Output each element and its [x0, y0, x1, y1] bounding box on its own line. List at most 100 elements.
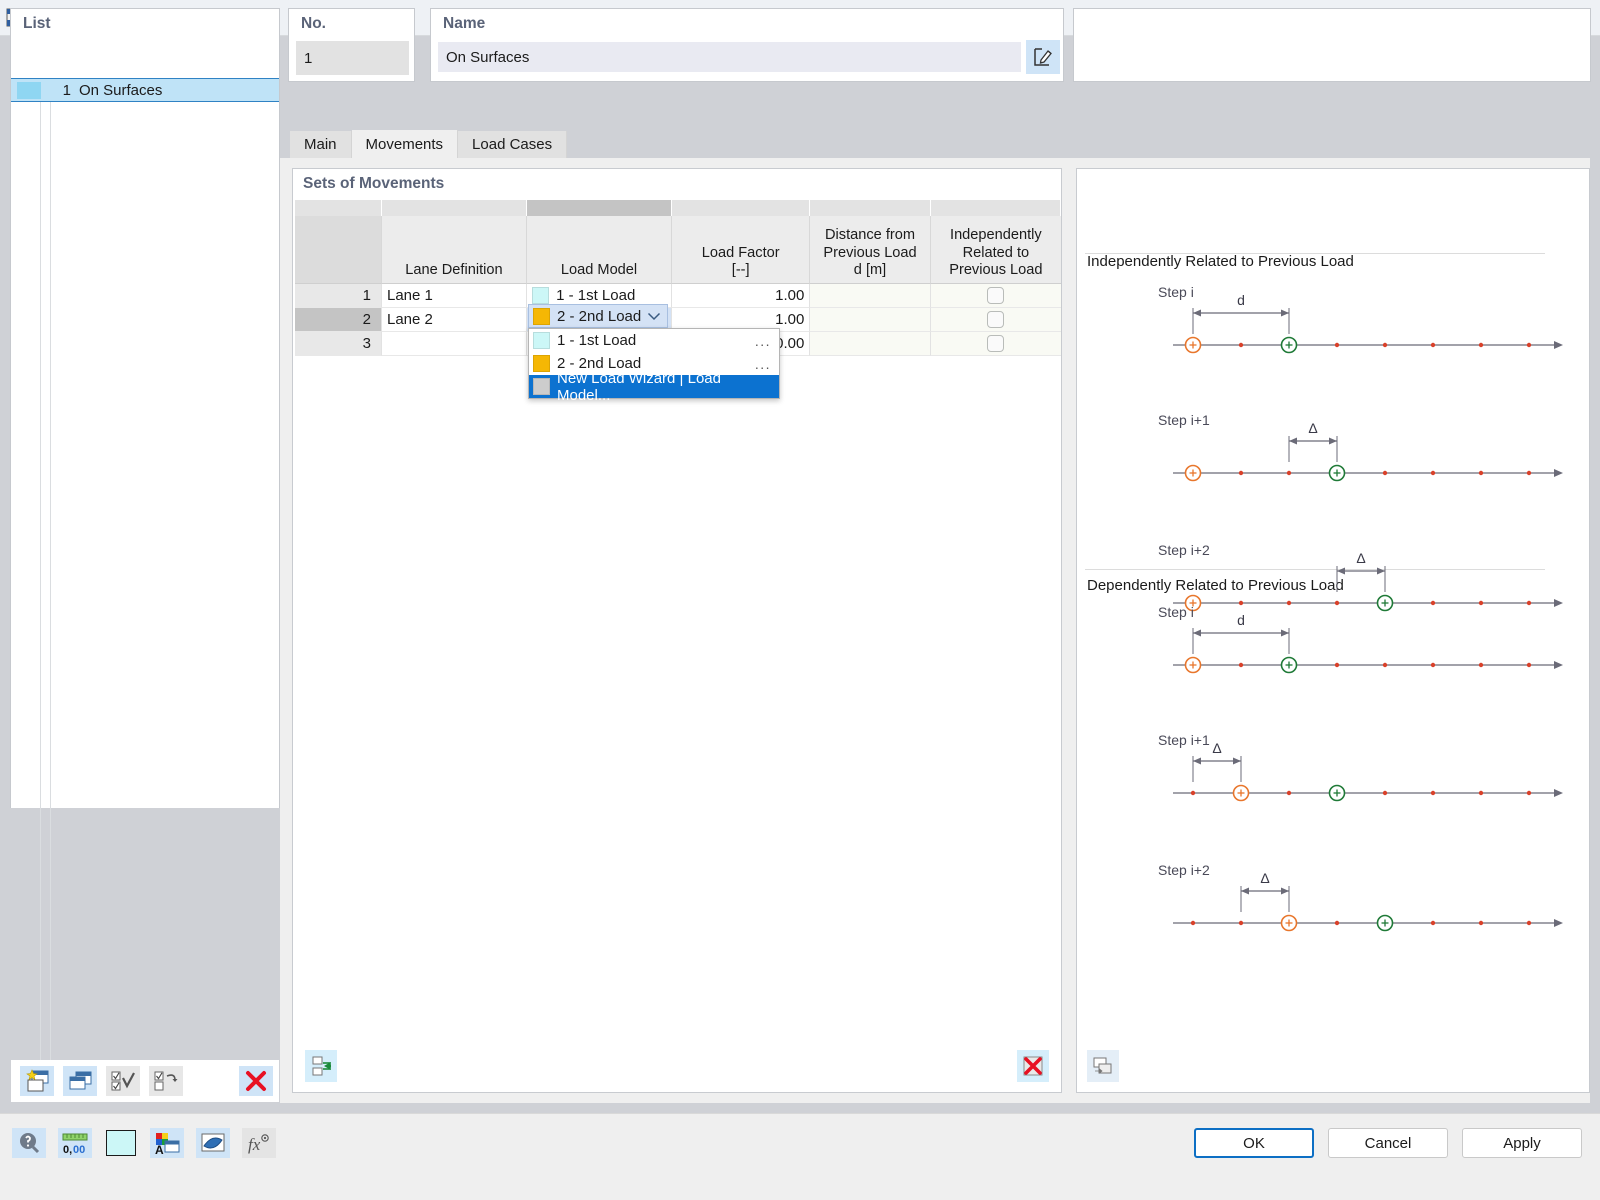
top-right-preview-panel — [1073, 8, 1591, 82]
load-model-dropdown[interactable]: 1 - 1st Load ... 2 - 2nd Load ... New Lo… — [528, 328, 780, 404]
pencil-edit-icon[interactable] — [1026, 40, 1060, 74]
row-number: 3 — [295, 332, 382, 356]
svg-text:fx: fx — [248, 1135, 261, 1154]
option-color-swatch — [533, 332, 550, 349]
dropdown-option-new-load-wizard[interactable]: New Load Wizard | Load Model... — [529, 370, 779, 404]
list-item-number: 1 — [62, 81, 71, 99]
strip-cell-1 — [381, 200, 527, 216]
cell-load-factor[interactable]: 1.00 — [672, 284, 811, 308]
option-color-swatch — [533, 355, 550, 372]
dialog-bottom-bar: 0, 00 A fx OK Cancel Apply — [0, 1113, 1600, 1200]
svg-text:Δ: Δ — [1308, 420, 1317, 436]
svg-text:d: d — [1237, 612, 1245, 628]
name-input[interactable]: On Surfaces — [438, 42, 1021, 72]
svg-text:Δ: Δ — [1356, 550, 1365, 566]
row-number: 2 — [295, 308, 382, 332]
diagram-canvas: Step i dStep i+1 ΔStep i+2 ΔStep i dStep i+1… — [1158, 284, 1563, 932]
sets-of-movements-title: Sets of Movements — [303, 175, 445, 192]
sets-of-movements-panel: Sets of Movements Lane Definition Load M… — [292, 168, 1062, 1093]
help-magnifier-icon[interactable] — [12, 1128, 46, 1158]
svg-text:Step i+1: Step i+1 — [1158, 412, 1210, 428]
cell-lane-definition[interactable] — [381, 332, 528, 356]
copy-windows-icon[interactable] — [63, 1066, 97, 1096]
red-x-icon[interactable] — [239, 1066, 273, 1096]
independently-related-checkbox[interactable] — [987, 287, 1005, 304]
cancel-button[interactable]: Cancel — [1328, 1128, 1448, 1158]
svg-text:Δ: Δ — [1212, 740, 1221, 756]
cell-distance[interactable] — [810, 332, 931, 356]
svg-text:00: 00 — [73, 1144, 85, 1155]
list-item[interactable]: 1 On Surfaces — [11, 78, 279, 102]
swap-images-icon[interactable] — [1087, 1050, 1119, 1082]
table-header-row: Lane Definition Load Model Load Factor [-… — [295, 216, 1062, 284]
list-item-label: On Surfaces — [79, 81, 163, 99]
units-000-icon[interactable]: 0, 00 — [58, 1128, 92, 1158]
svg-text:A: A — [155, 1143, 164, 1155]
list-toolbar — [11, 1060, 279, 1102]
invert-check-icon[interactable] — [149, 1066, 183, 1096]
no-panel: No. 1 — [288, 8, 415, 82]
svg-text:Step i: Step i — [1158, 284, 1194, 300]
ok-button[interactable]: OK — [1194, 1128, 1314, 1158]
check-all-icon[interactable] — [106, 1066, 140, 1096]
insert-row-button[interactable] — [305, 1050, 337, 1082]
render-view-icon[interactable] — [196, 1128, 230, 1158]
list-item-color-swatch — [17, 81, 41, 99]
load-model-combobox[interactable]: 2 - 2nd Load — [528, 304, 668, 328]
cell-independently-related[interactable] — [930, 332, 1061, 356]
strip-cell-5 — [930, 200, 1061, 216]
dropdown-option-1st-load[interactable]: 1 - 1st Load ... — [529, 329, 779, 352]
option-ellipsis-button[interactable]: ... — [755, 333, 775, 349]
chevron-down-icon[interactable] — [647, 308, 661, 325]
list-column-divider-1 — [40, 102, 41, 1062]
no-field[interactable]: 1 — [296, 41, 409, 75]
row-number: 1 — [295, 284, 382, 308]
cell-distance[interactable] — [810, 308, 931, 332]
delete-row-button[interactable] — [1017, 1050, 1049, 1082]
table-column-strip — [295, 200, 1061, 216]
svg-text:Step i+2: Step i+2 — [1158, 862, 1210, 878]
list-panel-title: List — [23, 15, 51, 32]
color-palette-window-icon[interactable]: A — [150, 1128, 184, 1158]
color-swatch-icon[interactable] — [104, 1128, 138, 1158]
apply-button[interactable]: Apply — [1462, 1128, 1582, 1158]
tab-main[interactable]: Main — [290, 131, 352, 158]
svg-text:d: d — [1237, 292, 1245, 308]
load-model-color-swatch — [533, 307, 550, 325]
strip-cell-0 — [295, 200, 382, 216]
cell-independently-related[interactable] — [930, 308, 1061, 332]
cell-distance[interactable] — [810, 284, 931, 308]
header-lane-definition[interactable]: Lane Definition — [381, 216, 527, 284]
header-load-model[interactable]: Load Model — [526, 216, 673, 284]
cell-lane-definition[interactable]: Lane 2 — [381, 308, 528, 332]
name-panel: Name On Surfaces — [430, 8, 1064, 82]
strip-cell-2 — [526, 200, 673, 216]
header-independently-related[interactable]: Independently Related to Previous Load — [930, 216, 1062, 284]
cell-lane-definition[interactable]: Lane 1 — [381, 284, 528, 308]
tab-movements[interactable]: Movements — [351, 130, 459, 158]
svg-text:0,: 0, — [63, 1144, 72, 1155]
fx-formula-icon[interactable]: fx — [242, 1128, 276, 1158]
strip-cell-4 — [810, 200, 931, 216]
independently-related-checkbox[interactable] — [987, 311, 1005, 328]
new-window-star-icon[interactable] — [20, 1066, 54, 1096]
svg-text:Δ: Δ — [1260, 870, 1269, 886]
combobox-value: 2 - 2nd Load — [557, 307, 642, 325]
dialog-buttons: OK Cancel Apply — [1180, 1128, 1582, 1158]
tab-load-cases[interactable]: Load Cases — [458, 131, 568, 158]
independently-related-checkbox[interactable] — [987, 335, 1005, 352]
cell-independently-related[interactable] — [930, 284, 1061, 308]
movement-diagram-panel: Independently Related to Previous Load D… — [1076, 168, 1590, 1093]
bottom-toolbar: 0, 00 A fx — [12, 1128, 288, 1158]
header-load-factor[interactable]: Load Factor [--] — [672, 216, 811, 284]
svg-text:Step i+1: Step i+1 — [1158, 732, 1210, 748]
tab-bar: Main Movements Load Cases — [290, 130, 568, 158]
header-distance[interactable]: Distance from Previous Load d [m] — [810, 216, 931, 284]
table-row[interactable]: 1 Lane 1 1 - 1st Load 1.00 — [295, 284, 1061, 308]
option-color-swatch — [533, 378, 550, 395]
strip-cell-3 — [672, 200, 811, 216]
svg-text:Step i+2: Step i+2 — [1158, 542, 1210, 558]
load-model-color-swatch — [532, 287, 550, 304]
name-panel-title: Name — [443, 15, 486, 32]
diagram-section-title-independent: Independently Related to Previous Load — [1087, 253, 1354, 270]
